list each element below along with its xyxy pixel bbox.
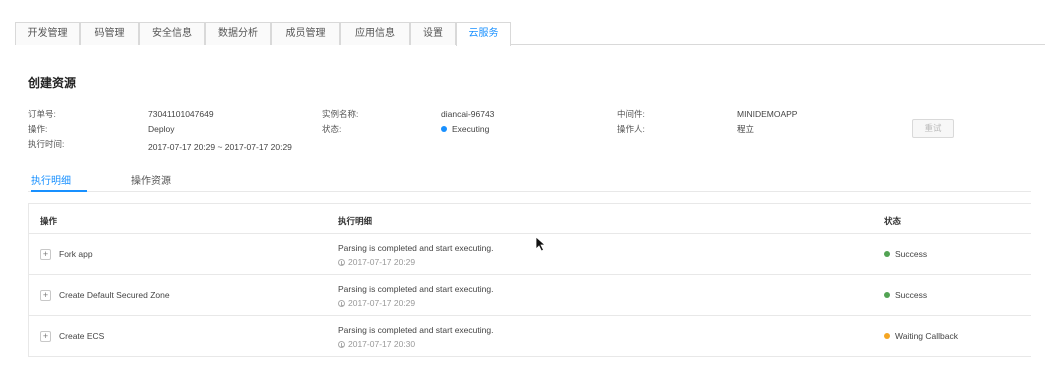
row-status-text: Success (895, 249, 928, 259)
row-time: 2017-07-17 20:29 (338, 298, 415, 308)
row-operation: Fork app (59, 249, 93, 259)
success-status-dot (884, 251, 890, 257)
clock-icon (338, 259, 345, 266)
tab-app-info[interactable]: 应用信息 (340, 22, 410, 45)
operation-value: Deploy (148, 124, 175, 134)
table-row: + Create ECS Parsing is completed and st… (29, 316, 1031, 357)
expand-row-button[interactable]: + (40, 290, 51, 301)
success-status-dot (884, 292, 890, 298)
expand-row-button[interactable]: + (40, 331, 51, 342)
retry-button[interactable]: 重试 (912, 119, 954, 138)
header-operation: 操作 (40, 216, 58, 226)
row-status: Success (884, 290, 927, 300)
clock-icon (338, 300, 345, 307)
exec-time-value: 2017-07-17 20:29 ~ 2017-07-17 20:29 (148, 142, 292, 152)
row-status-text: Success (895, 290, 928, 300)
row-status: Waiting Callback (884, 331, 958, 341)
operator-value: 程立 (737, 124, 755, 134)
table-header: 操作 执行明细 状态 (29, 204, 1031, 234)
table-row: + Create Default Secured Zone Parsing is… (29, 275, 1031, 316)
clock-icon (338, 341, 345, 348)
row-operation: Create ECS (59, 331, 105, 341)
tab-settings[interactable]: 设置 (410, 22, 456, 45)
header-detail: 执行明细 (338, 216, 373, 226)
mouse-cursor-icon (535, 236, 547, 252)
row-time: 2017-07-17 20:30 (338, 339, 415, 349)
row-status: Success (884, 249, 927, 259)
tab-cloud-service[interactable]: 云服务 (456, 22, 511, 46)
header-status: 状态 (884, 216, 902, 226)
tab-security-info[interactable]: 安全信息 (139, 22, 205, 45)
state-value: Executing (441, 124, 489, 135)
order-no-label: 订单号: (28, 109, 56, 119)
row-time-text: 2017-07-17 20:30 (348, 339, 416, 349)
page-title: 创建资源 (28, 76, 77, 90)
middleware-value: MINIDEMOAPP (737, 109, 798, 119)
tab-member-management[interactable]: 成员管理 (271, 22, 340, 45)
tab-dev-management[interactable]: 开发管理 (15, 22, 80, 45)
row-status-text: Waiting Callback (895, 331, 958, 341)
row-time-text: 2017-07-17 20:29 (348, 298, 416, 308)
row-detail: Parsing is completed and start executing… (338, 243, 494, 253)
operation-label: 操作: (28, 124, 48, 134)
top-tab-bar: 开发管理 码管理 安全信息 数据分析 成员管理 应用信息 设置 云服务 (15, 22, 1045, 46)
row-detail: Parsing is completed and start executing… (338, 325, 494, 335)
table-row: + Fork app Parsing is completed and star… (29, 234, 1031, 275)
row-time: 2017-07-17 20:29 (338, 257, 415, 267)
state-text: Executing (452, 124, 490, 134)
order-no-value: 73041101047649 (148, 109, 214, 119)
row-time-text: 2017-07-17 20:29 (348, 257, 416, 267)
detail-tab-bar: 执行明细 操作资源 (28, 169, 1031, 192)
operator-label: 操作人: (617, 124, 645, 134)
instance-value: diancai-96743 (441, 109, 495, 119)
execution-table: 操作 执行明细 状态 + Fork app Parsing is complet… (28, 203, 1031, 357)
row-detail: Parsing is completed and start executing… (338, 284, 494, 294)
waiting-status-dot (884, 333, 890, 339)
exec-time-label: 执行时间: (28, 139, 65, 149)
middleware-label: 中间件: (617, 109, 645, 119)
tab-execution-detail[interactable]: 执行明细 (31, 172, 87, 192)
instance-label: 实例名称: (322, 109, 359, 119)
tab-code-management[interactable]: 码管理 (80, 22, 139, 45)
state-label: 状态: (322, 124, 342, 134)
tab-operation-resources[interactable]: 操作资源 (131, 172, 171, 192)
expand-row-button[interactable]: + (40, 249, 51, 260)
tab-data-analysis[interactable]: 数据分析 (205, 22, 271, 45)
executing-status-dot (441, 126, 447, 132)
row-operation: Create Default Secured Zone (59, 290, 170, 300)
